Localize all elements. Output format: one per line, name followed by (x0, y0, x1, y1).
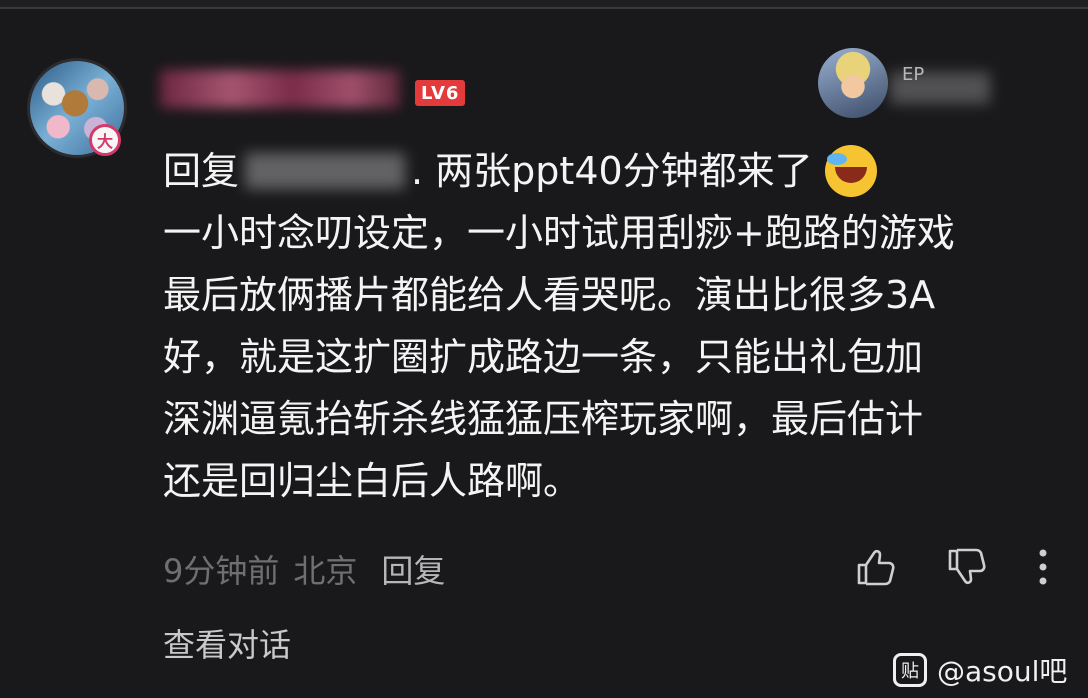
top-divider (0, 0, 1088, 9)
tieba-logo-icon: 贴 (893, 653, 927, 687)
timestamp: 9分钟前 (163, 552, 280, 590)
comment-line-1: 一小时念叨设定，一小时试用刮痧+跑路的游戏 (163, 211, 955, 255)
avatar-badge: 大 (89, 124, 121, 156)
view-thread-link[interactable]: 查看对话 (163, 620, 291, 666)
watermark-text: @asoul吧 (937, 655, 1068, 688)
username-redacted[interactable] (160, 70, 400, 108)
laughing-crying-emoji (824, 145, 877, 197)
reply-prefix: 回复 (163, 149, 240, 193)
comment-line-3: 好，就是这扩圈扩成路边一条，只能出礼包加 (163, 335, 924, 379)
op-name: EP (902, 64, 925, 85)
op-avatar[interactable] (818, 48, 888, 118)
reply-suffix: . 两张ppt40分钟都来了 (411, 149, 813, 193)
reply-target-redacted[interactable] (245, 153, 406, 189)
thumbs-up-icon[interactable] (853, 545, 897, 589)
thumbs-down-icon[interactable] (944, 545, 988, 589)
comment-meta: 9分钟前 北京 回复 (163, 546, 445, 592)
location: 北京 (293, 552, 358, 590)
reply-line: 回复 . 两张ppt40分钟都来了 (163, 140, 1063, 202)
comment-line-5: 还是回归尘白后人路啊。 (163, 459, 582, 503)
comment-content: 回复 . 两张ppt40分钟都来了 一小时念叨设定，一小时试用刮痧+跑路的游戏 … (163, 140, 1063, 512)
watermark: 贴 @asoul吧 (893, 650, 1067, 690)
level-badge: LV6 (415, 80, 466, 106)
comment-line-2: 最后放俩播片都能给人看哭呢。演出比很多3A (163, 273, 936, 317)
comment-line-4: 深渊逼氪抬斩杀线猛猛压榨玩家啊，最后估计 (163, 397, 924, 441)
reply-button[interactable]: 回复 (381, 546, 445, 592)
more-vertical-icon[interactable] (1028, 545, 1058, 589)
